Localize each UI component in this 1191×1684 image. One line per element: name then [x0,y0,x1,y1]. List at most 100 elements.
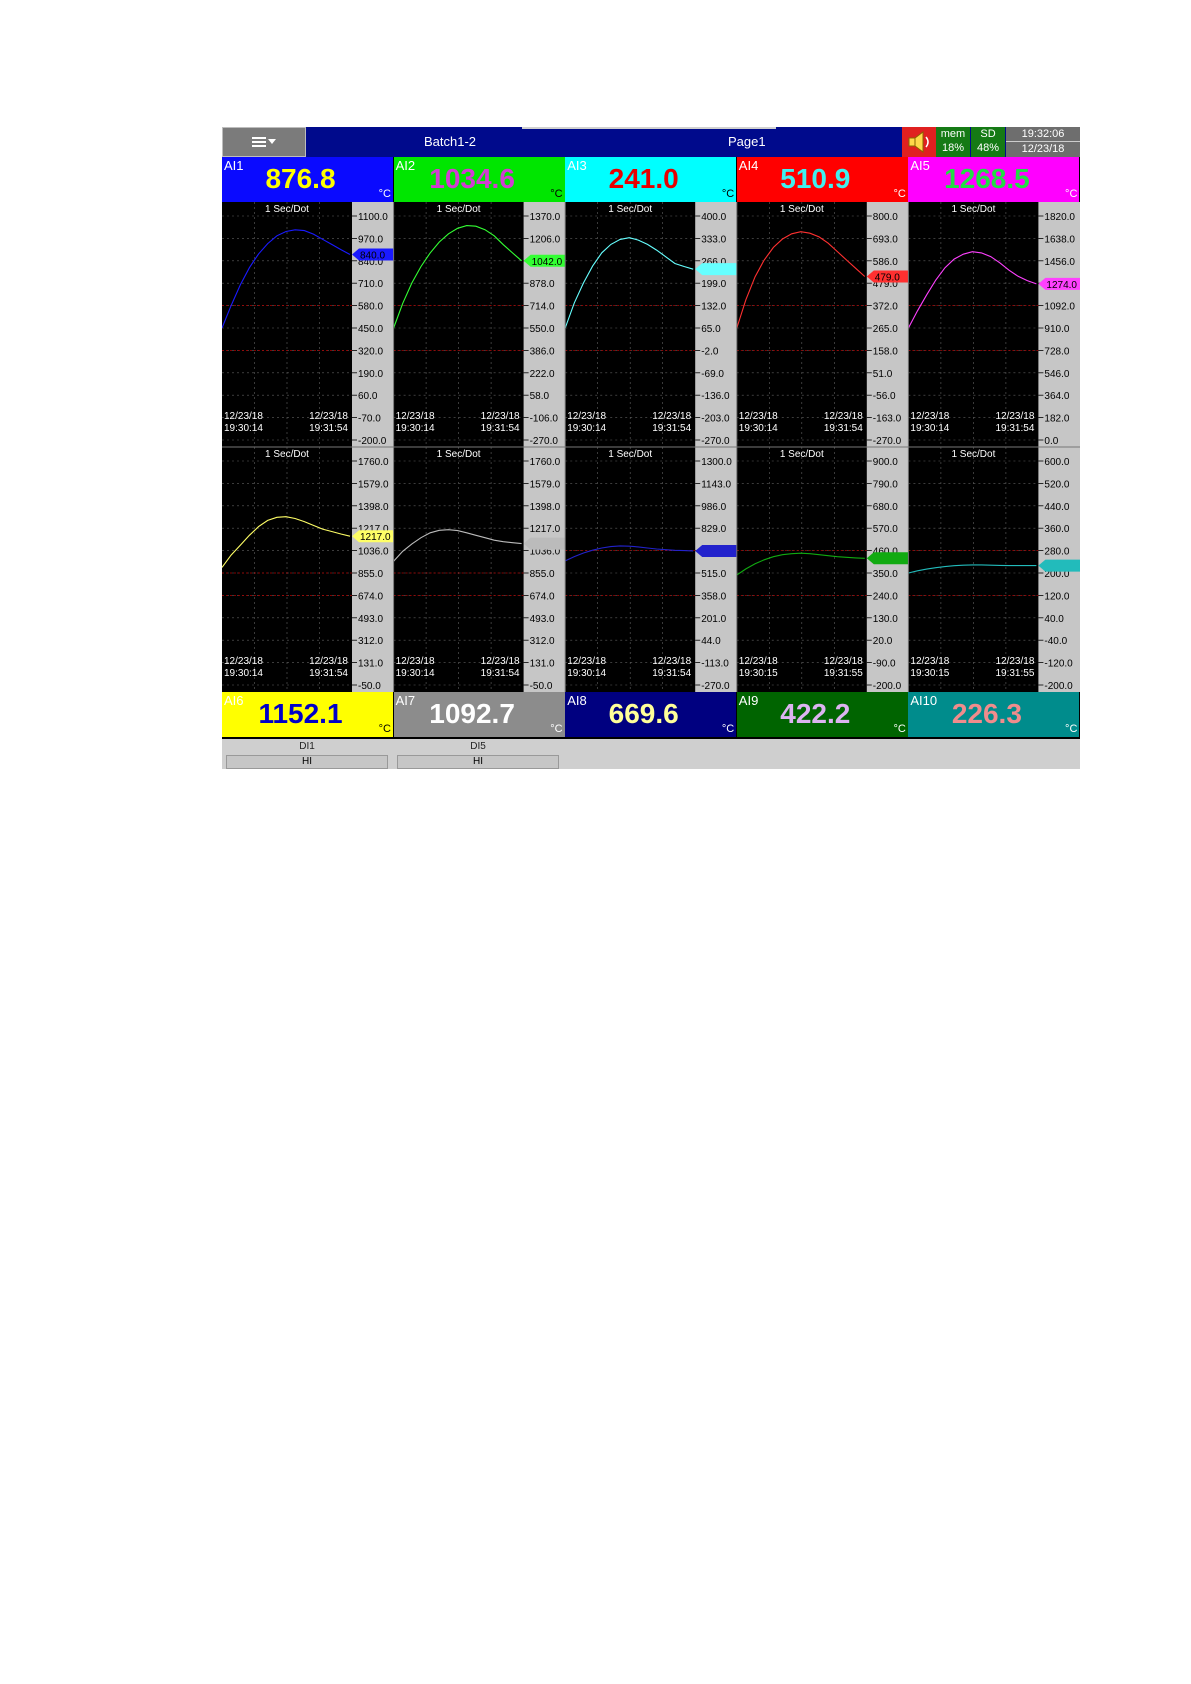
rate-label: 1 Sec/Dot [780,449,824,460]
digital-input-di5: DI5 HI [395,739,561,769]
tick-label: 1760.0 [358,457,389,468]
tick-label: 40.0 [1044,614,1064,625]
value-box-ai8[interactable]: AI8 669.6 °C [565,692,737,737]
value-box-ai1[interactable]: AI1 876.8 °C [222,157,393,202]
di-state-button[interactable]: HI [397,755,559,769]
channel-value: 669.6 [608,698,679,729]
start-date-label: 12/23/18 [739,656,778,667]
menu-button[interactable] [222,127,306,157]
tick-label: 493.0 [530,614,555,625]
end-date-label: 12/23/18 [995,411,1034,422]
di-name: DI1 [299,741,315,752]
tick-label: 0.0 [1044,436,1058,447]
tick-label: 855.0 [530,569,555,580]
start-date-label: 12/23/18 [567,411,606,422]
tick-label: 829.0 [701,524,726,535]
tick-label: 586.0 [873,257,898,268]
chart-panel-ai6: 1760.0 1579.0 1398.0 1217.0 1036.0 855.0 674.0… [222,447,394,692]
channel-value: 1092.7 [429,698,515,729]
tick-label: -270.0 [530,436,559,447]
end-time-label: 19:31:55 [824,668,863,679]
start-time-label: 19:30:14 [224,668,263,679]
tick-label: 65.0 [701,324,721,335]
memory-indicator: mem 18% [936,127,970,157]
start-time-label: 19:30:14 [567,423,606,434]
tick-label: 372.0 [873,302,898,313]
value-box-ai9[interactable]: AI9 422.2 °C [736,692,908,737]
tick-label: 440.0 [1044,502,1069,513]
end-date-label: 12/23/18 [481,411,520,422]
rate-label: 1 Sec/Dot [951,204,995,215]
current-value-marker [695,544,737,557]
tick-label: -136.0 [701,391,730,402]
value-box-ai6[interactable]: AI6 1152.1 °C [222,692,393,737]
sd-value: 48% [976,142,1000,154]
tick-label: 570.0 [873,524,898,535]
start-date-label: 12/23/18 [396,656,435,667]
value-box-ai4[interactable]: AI4 510.9 °C [736,157,908,202]
start-time-label: 19:30:14 [396,423,435,434]
chart-panel-ai2: 1370.0 1206.0 1042.0 878.0 714.0 550.0 386.0 22… [393,202,566,447]
marker-label: 479.0 [875,273,900,284]
tick-label: 58.0 [530,391,550,402]
rate-label: 1 Sec/Dot [951,449,995,460]
chart-panel-ai3: 400.0333.0266.0199.0132.065.0-2.0-69.0-1… [564,202,737,447]
start-time-label: 19:30:15 [739,668,778,679]
tick-label: 350.0 [873,569,898,580]
tick-label: 1036.0 [358,547,389,558]
tick-label: 1217.0 [530,524,561,535]
channel-unit: °C [721,188,735,200]
tick-label: 1206.0 [530,234,561,245]
mem-value: 18% [941,142,965,154]
end-time-label: 19:31:54 [824,423,863,434]
channel-unit: °C [550,723,563,735]
end-time-label: 19:31:54 [309,423,348,434]
tick-label: 714.0 [530,302,555,313]
channel-value: 876.8 [265,163,336,194]
value-box-ai7[interactable]: AI7 1092.7 °C [393,692,565,737]
tab-separator [522,127,776,129]
page-tab[interactable]: Page1 [728,134,766,149]
value-box-ai10[interactable]: AI10 226.3 °C [908,692,1080,737]
tick-label: -2.0 [701,346,719,357]
rate-label: 1 Sec/Dot [437,204,481,215]
tick-label: 51.0 [873,369,893,380]
tick-label: 131.0 [358,659,383,670]
tick-label: 910.0 [1044,324,1069,335]
tick-label: 201.0 [701,614,726,625]
start-date-label: 12/23/18 [396,411,435,422]
value-box-ai5[interactable]: AI5 1268.5 °C [908,157,1080,202]
batch-tab[interactable]: Batch1-2 [424,134,476,149]
tick-label: 1143.0 [701,479,731,490]
tick-label: 1092.0 [1044,302,1075,313]
tick-label: 515.0 [701,569,726,580]
value-box-ai3[interactable]: AI3 241.0 °C [565,157,737,202]
tick-label: 1456.0 [1044,257,1075,268]
clock-time: 19:32:06 [1021,128,1065,140]
tick-label: -200.0 [358,436,387,447]
tick-label: 312.0 [358,636,383,647]
chart-panel-ai4: 800.0 693.0 586.0 479.0 372.0 265.0 158.0 51.0 -… [736,202,909,447]
tick-label: -90.0 [873,659,896,670]
tick-label: 131.0 [530,659,555,670]
di-state-button[interactable]: HI [226,755,388,769]
tick-label: 120.0 [1044,591,1069,602]
tick-label: -120.0 [1044,659,1073,670]
tick-label: 1579.0 [530,479,561,490]
end-time-label: 19:31:54 [481,423,520,434]
tick-label: 132.0 [701,302,726,313]
tick-label: 878.0 [530,279,555,290]
tick-label: 400.0 [701,212,726,223]
tick-label: -270.0 [873,436,902,447]
channel-unit: °C [550,188,563,200]
channel-value: 422.2 [780,698,851,729]
speaker-button[interactable] [902,127,936,157]
value-box-ai2[interactable]: AI2 1034.6 °C [393,157,565,202]
tick-label: 674.0 [358,591,383,602]
end-time-label: 19:31:54 [652,668,691,679]
tick-label: 265.0 [873,324,898,335]
end-date-label: 12/23/18 [824,656,863,667]
tick-label: 333.0 [701,234,726,245]
channel-unit: °C [1065,188,1078,200]
channel-unit: °C [1065,723,1078,735]
